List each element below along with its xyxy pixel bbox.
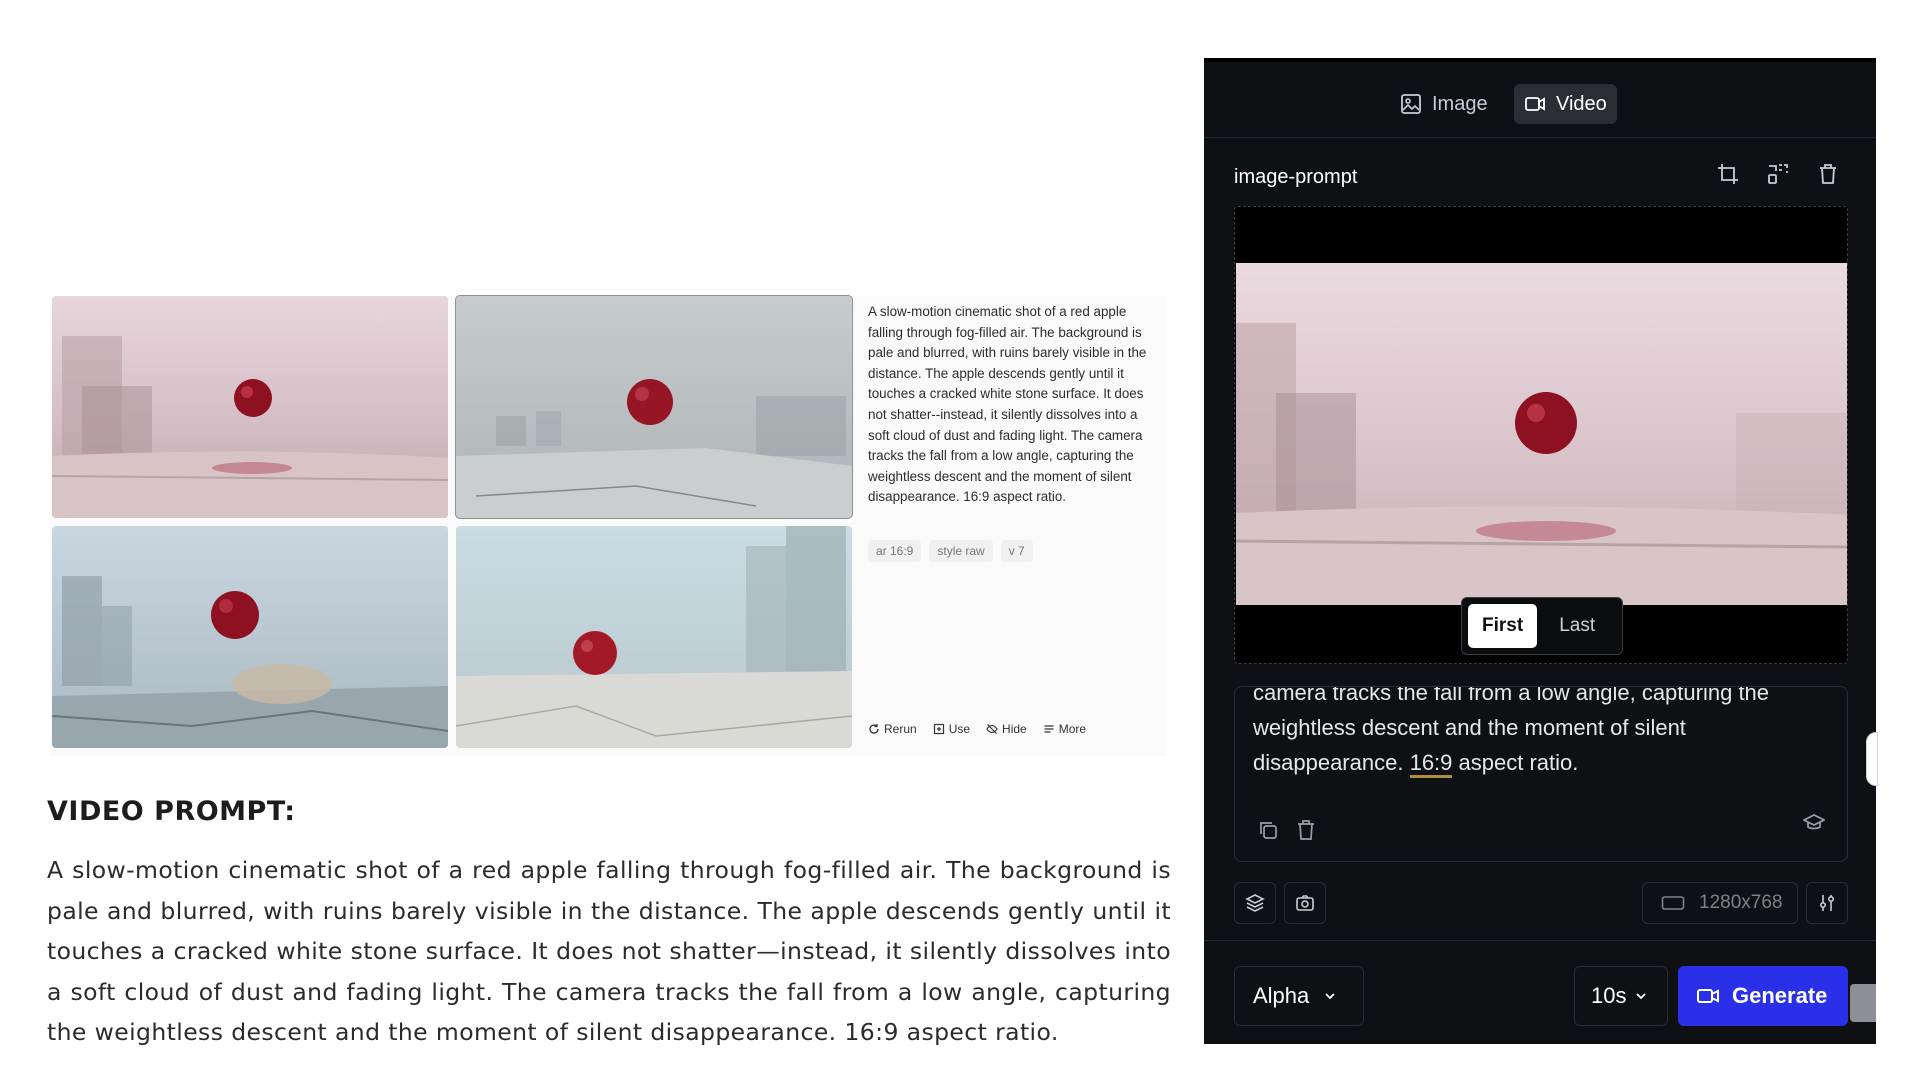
model-value: Alpha (1253, 983, 1310, 1008)
tab-image[interactable]: Image (1390, 84, 1498, 124)
aspect-ratio-highlight: 16:9 (1409, 750, 1453, 778)
trash-icon[interactable] (1295, 819, 1317, 841)
generate-label: Generate (1732, 983, 1828, 1008)
more-button[interactable]: More (1043, 722, 1086, 736)
video-generator-panel: Image Video image-prompt First Last came… (1204, 58, 1876, 1044)
camera-icon (1296, 895, 1314, 911)
resolution-value: 1280x768 (1699, 892, 1783, 913)
prompt-line-3-start: disappearance. (1253, 750, 1404, 775)
more-label: More (1058, 722, 1087, 736)
generated-image-3[interactable] (52, 526, 448, 748)
section-title: image-prompt (1234, 166, 1358, 188)
prompt-tools (1257, 819, 1317, 841)
duration-select[interactable]: 10s (1574, 966, 1668, 1026)
copy-icon[interactable] (1257, 819, 1279, 841)
camera-button[interactable] (1284, 882, 1326, 924)
settings-button[interactable] (1806, 882, 1848, 924)
sliders-icon (1819, 895, 1835, 911)
page: A slow-motion cinematic shot of a red ap… (0, 0, 1920, 1080)
aspect-ratio-icon (1661, 896, 1685, 910)
prompt-line-3: disappearance. 16:9 aspect ratio. (1253, 745, 1823, 780)
generated-image-2[interactable] (455, 295, 853, 519)
generated-image-4[interactable] (456, 526, 852, 748)
hide-label: Hide (1002, 722, 1027, 736)
tab-video[interactable]: Video (1514, 84, 1617, 124)
use-label: Use (948, 722, 971, 736)
floating-widget[interactable] (1850, 984, 1876, 1022)
parameter-chips: ar 16:9 style raw v 7 (868, 540, 1033, 562)
use-icon (933, 723, 944, 735)
prompt-line-2: weightless descent and the moment of sil… (1253, 715, 1686, 740)
tab-video-label: Video (1556, 92, 1607, 115)
prompt-textarea[interactable]: camera tracks the fall from a low angle,… (1234, 686, 1848, 862)
chip-version[interactable]: v 7 (1000, 540, 1033, 562)
resolution-select[interactable]: 1280x768 (1642, 882, 1798, 924)
prompt-text: camera tracks the fall from a low angle,… (1253, 686, 1823, 780)
last-frame-button[interactable]: Last (1545, 604, 1609, 648)
image-icon (1401, 94, 1421, 114)
first-frame-button[interactable]: First (1468, 604, 1538, 648)
prompt-line-3-end: aspect ratio. (1458, 750, 1579, 775)
generate-button[interactable]: Generate (1678, 966, 1848, 1026)
graduation-cap-icon (1802, 814, 1826, 830)
frame-toggle: First Last (1461, 597, 1623, 655)
video-prompt-body: A slow-motion cinematic shot of a red ap… (47, 856, 1171, 1047)
frame-preview[interactable]: First Last (1234, 206, 1848, 664)
layers-button[interactable] (1234, 882, 1276, 924)
mode-tabs: Image Video (1204, 62, 1876, 138)
video-prompt-heading: VIDEO PROMPT: (47, 796, 296, 827)
rerun-button[interactable]: Rerun (868, 722, 917, 736)
chip-style[interactable]: style raw (929, 540, 993, 562)
use-button[interactable]: Use (933, 722, 970, 736)
model-select[interactable]: Alpha (1234, 966, 1364, 1026)
chevron-down-icon (1325, 993, 1335, 1000)
prompt-line-1: camera tracks the fall from a low angle,… (1253, 686, 1770, 705)
chip-aspect-ratio[interactable]: ar 16:9 (868, 540, 922, 562)
more-icon (1044, 725, 1054, 733)
preview-image (1236, 263, 1847, 605)
hide-icon (986, 724, 998, 734)
reference-actions: Rerun Use Hide More (868, 722, 1086, 736)
layers-icon (1245, 894, 1265, 912)
reference-prompt-text: A slow-motion cinematic shot of a red ap… (868, 304, 1147, 505)
trash-icon[interactable] (1816, 162, 1840, 186)
rerun-icon (869, 724, 879, 734)
options-row: 1280x768 (1234, 882, 1848, 924)
generated-image-1[interactable] (52, 296, 448, 518)
enhance-prompt-button[interactable] (1802, 812, 1826, 839)
panel-divider (1204, 940, 1876, 941)
hide-button[interactable]: Hide (986, 722, 1027, 736)
reference-grid: A slow-motion cinematic shot of a red ap… (50, 295, 1166, 756)
section-toolbar (1716, 162, 1840, 186)
scan-icon[interactable] (1766, 162, 1790, 186)
tab-image-label: Image (1432, 92, 1488, 115)
side-widget-tab[interactable] (1866, 732, 1878, 786)
rerun-label: Rerun (884, 722, 917, 736)
generate-row: Alpha 10s Generate (1234, 966, 1848, 1026)
chevron-down-icon (1636, 993, 1647, 1000)
video-camera-icon (1697, 989, 1719, 1003)
duration-value: 10s (1591, 983, 1627, 1008)
crop-icon[interactable] (1716, 162, 1740, 186)
video-camera-icon (1525, 97, 1545, 111)
